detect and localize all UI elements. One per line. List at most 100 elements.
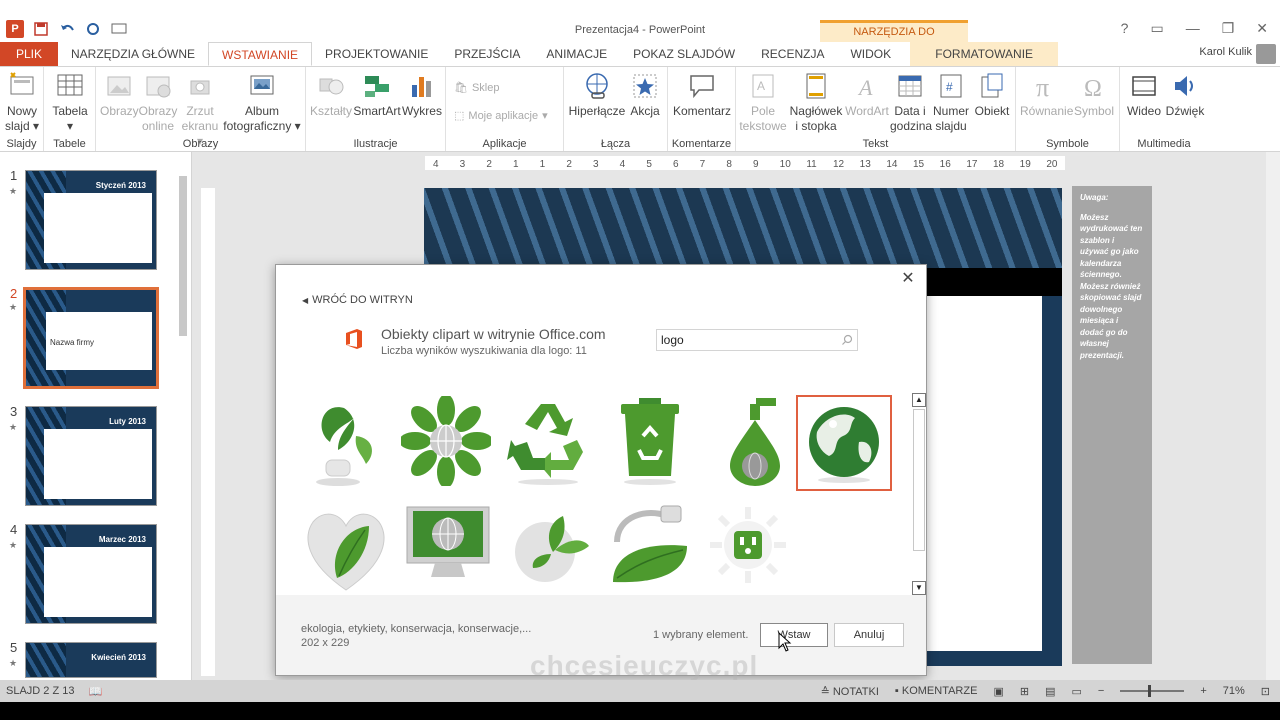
slide-sorter-icon[interactable]: ⊞ bbox=[1020, 685, 1029, 698]
tab-design[interactable]: PROJEKTOWANIE bbox=[312, 42, 441, 66]
notes-button[interactable]: ≙ NOTATKI bbox=[821, 685, 879, 698]
smartart-button[interactable]: SmartArt bbox=[352, 71, 402, 119]
ruler-label: 4 bbox=[620, 159, 626, 170]
minimize-icon[interactable]: — bbox=[1186, 20, 1200, 37]
slide-thumbnail[interactable]: Styczeń 2013 bbox=[25, 170, 157, 270]
ribbon-display-icon[interactable]: ▭ bbox=[1150, 20, 1163, 37]
hyperlink-button[interactable]: Hiperłącze bbox=[568, 71, 626, 119]
clipart-recycle-bin[interactable] bbox=[602, 393, 698, 489]
group-label-tables: Tabele bbox=[53, 138, 86, 150]
ruler-label: 15 bbox=[913, 159, 925, 170]
equation-button[interactable]: π Równanie bbox=[1020, 71, 1073, 119]
clipart-green-globe-selected[interactable] bbox=[796, 395, 892, 491]
insert-button[interactable]: Wstaw bbox=[760, 623, 828, 647]
slide-thumbnail[interactable]: Luty 2013 bbox=[25, 406, 157, 506]
help-icon[interactable]: ? bbox=[1121, 20, 1129, 37]
tab-home[interactable]: NARZĘDZIA GŁÓWNE bbox=[58, 42, 208, 66]
close-icon[interactable]: ✕ bbox=[898, 269, 918, 289]
close-window-icon[interactable]: ✕ bbox=[1256, 20, 1268, 37]
photo-album-button[interactable]: Album fotograficzny ▾ bbox=[222, 71, 302, 134]
vertical-ruler[interactable] bbox=[201, 188, 215, 676]
comments-button[interactable]: ▪ KOMENTARZE bbox=[895, 685, 978, 697]
cancel-button[interactable]: Anuluj bbox=[834, 623, 904, 647]
results-scroll-thumb[interactable] bbox=[913, 409, 925, 551]
online-pictures-button[interactable]: Obrazy online bbox=[138, 71, 178, 134]
new-slide-button[interactable]: Nowy slajd ▾ bbox=[4, 71, 40, 134]
slide-number: 3 bbox=[10, 404, 18, 419]
slideshow-icon[interactable]: ▭ bbox=[1071, 685, 1081, 698]
slide-thumbnail-selected[interactable]: Nazwa firmy bbox=[23, 287, 159, 389]
restore-icon[interactable]: ❐ bbox=[1222, 20, 1235, 37]
tab-file[interactable]: PLIK bbox=[0, 42, 59, 66]
textbox-button[interactable]: A Pole tekstowe bbox=[738, 71, 788, 134]
speaker-icon bbox=[1175, 76, 1193, 96]
object-button[interactable]: Obiekt bbox=[972, 71, 1012, 119]
clipart-monitor-globe[interactable] bbox=[400, 497, 496, 593]
ruler-label: 2 bbox=[486, 159, 492, 170]
tab-transitions[interactable]: PRZEJŚCIA bbox=[441, 42, 533, 66]
omega-icon: Ω bbox=[1084, 76, 1102, 101]
clipart-leaf-car[interactable] bbox=[296, 393, 392, 489]
slide-number-button[interactable]: # Numer slajdu bbox=[932, 71, 970, 134]
reading-view-icon[interactable]: ▤ bbox=[1045, 685, 1055, 698]
scrollbar-thumb[interactable] bbox=[179, 176, 187, 336]
symbol-button[interactable]: Ω Symbol bbox=[1072, 71, 1116, 119]
video-button[interactable]: Wideo bbox=[1124, 71, 1164, 119]
slide-thumbnail[interactable]: Marzec 2013 bbox=[25, 524, 157, 624]
shapes-button[interactable]: Kształty bbox=[310, 71, 352, 119]
slide-counter[interactable]: SLAJD 2 Z 13 bbox=[6, 685, 74, 697]
header-footer-button[interactable]: Nagłówek i stopka bbox=[788, 71, 844, 134]
normal-view-icon[interactable]: ▣ bbox=[993, 685, 1003, 698]
search-icon[interactable] bbox=[841, 334, 853, 346]
clipart-fuel-leaf[interactable] bbox=[604, 497, 700, 593]
slide-thumbnail[interactable]: Kwiecień 2013 bbox=[25, 642, 157, 678]
scroll-down-icon[interactable]: ▼ bbox=[912, 581, 926, 595]
tab-format[interactable]: FORMATOWANIE bbox=[910, 42, 1059, 66]
zoom-level[interactable]: 71% bbox=[1223, 685, 1245, 697]
chart-button[interactable]: Wykres bbox=[402, 71, 442, 119]
back-to-sites-link[interactable]: ◀ WRÓĆ DO WITRYN bbox=[302, 294, 413, 306]
horizontal-ruler[interactable]: 4 3 2 1 1 2 3 4 5 6 7 8 9 10 11 12 13 14 15 16 17 18 19 20 bbox=[425, 156, 1065, 170]
header-footer-label-2: i stopka bbox=[795, 119, 837, 133]
spellcheck-icon[interactable]: 📖 bbox=[88, 685, 102, 698]
action-button[interactable]: Akcja bbox=[626, 71, 664, 119]
zoom-slider[interactable] bbox=[1120, 685, 1185, 697]
tab-animations[interactable]: ANIMACJE bbox=[533, 42, 620, 66]
clipart-recycle-symbol[interactable] bbox=[500, 393, 596, 489]
zoom-out-icon[interactable]: − bbox=[1098, 685, 1104, 697]
tab-insert[interactable]: WSTAWIANIE bbox=[208, 42, 313, 66]
user-name[interactable]: Karol Kulik bbox=[1199, 46, 1252, 58]
avatar[interactable] bbox=[1256, 44, 1276, 64]
date-time-button[interactable]: Data i godzina bbox=[890, 71, 932, 134]
tab-view[interactable]: WIDOK bbox=[837, 42, 904, 66]
action-label: Akcja bbox=[630, 104, 660, 118]
store-button[interactable]: 🛍 Sklep bbox=[454, 81, 500, 95]
object-icon bbox=[981, 73, 1003, 98]
zoom-in-icon[interactable]: + bbox=[1200, 685, 1206, 697]
clipart-globe-drop[interactable] bbox=[704, 393, 800, 489]
pictures-button[interactable]: Obrazy bbox=[100, 71, 139, 119]
fit-slide-icon[interactable]: ⊡ bbox=[1261, 685, 1270, 698]
results-scrollbar[interactable]: ▲ ▼ bbox=[912, 393, 926, 595]
search-input[interactable]: logo bbox=[656, 329, 858, 351]
thumbnails-scrollbar[interactable] bbox=[177, 156, 189, 680]
audio-button[interactable]: Dźwięk bbox=[1164, 71, 1206, 119]
my-apps-button[interactable]: ⬚ Moje aplikacje ▾ bbox=[454, 109, 548, 123]
tab-review[interactable]: RECENZJA bbox=[748, 42, 837, 66]
ruler-label: 2 bbox=[566, 159, 572, 170]
wordart-button[interactable]: A WordArt bbox=[844, 71, 890, 119]
clipart-butterfly-globe[interactable] bbox=[504, 497, 600, 593]
editor-scrollbar[interactable] bbox=[1266, 152, 1280, 680]
comment-button[interactable]: Komentarz bbox=[672, 71, 732, 119]
ribbon-tabs: PLIK NARZĘDZIA GŁÓWNE WSTAWIANIE PROJEKT… bbox=[0, 42, 1280, 66]
group-label-text: Tekst bbox=[862, 138, 889, 150]
group-links: Hiperłącze Akcja Łącza bbox=[564, 67, 668, 151]
smartart-label: SmartArt bbox=[353, 104, 401, 118]
scroll-up-icon[interactable]: ▲ bbox=[912, 393, 926, 407]
table-button[interactable]: Tabela ▾ bbox=[52, 71, 88, 134]
chart-label: Wykres bbox=[402, 104, 442, 118]
clipart-heart-leaf[interactable] bbox=[298, 501, 394, 595]
clipart-sun-outlet[interactable] bbox=[700, 497, 796, 593]
tab-slideshow[interactable]: POKAZ SLAJDÓW bbox=[620, 42, 748, 66]
clipart-flower-globe[interactable] bbox=[398, 393, 494, 489]
